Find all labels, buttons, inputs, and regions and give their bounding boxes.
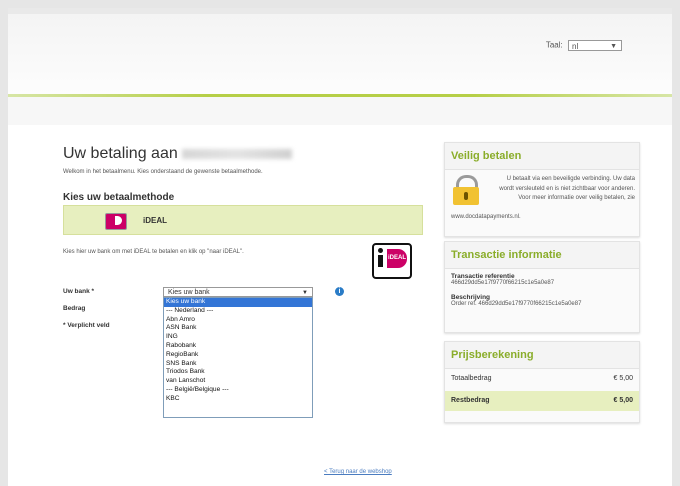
- bank-option[interactable]: RegioBank: [164, 351, 312, 360]
- total-row: Totaalbedrag € 5,00: [445, 369, 639, 389]
- bank-dropdown-list: Kies uw bank --- Nederland --- Abn Amro ASN…: [163, 297, 313, 418]
- bank-option[interactable]: --- Nederland ---: [164, 307, 312, 316]
- amount-label: Bedrag: [63, 305, 86, 312]
- chevron-down-icon: ▼: [610, 43, 617, 50]
- page-title: Uw betaling aan: [63, 145, 292, 163]
- bank-hint-text: Kies hier uw bank om met iDEAL te betale…: [63, 249, 244, 255]
- bank-option[interactable]: Rabobank: [164, 342, 312, 351]
- ideal-logo-i: [378, 255, 383, 267]
- padlock-icon: [453, 175, 479, 205]
- total-value: € 5,00: [613, 375, 633, 382]
- sub-header-band: [8, 97, 672, 125]
- method-label: iDEAL: [143, 216, 167, 225]
- language-selector: Taal: nl ▼: [546, 40, 622, 51]
- secure-payment-card: Veilig betalen U betaalt via een beveili…: [444, 142, 640, 237]
- language-label: Taal:: [545, 40, 563, 50]
- description-value: Order ref. 466d29dd5e17f9770f66215c1e5a0…: [451, 301, 582, 307]
- bank-option[interactable]: Kies uw bank: [164, 298, 312, 307]
- remaining-value: € 5,00: [613, 397, 633, 404]
- bank-option[interactable]: SNS Bank: [164, 360, 312, 369]
- ideal-icon: [105, 213, 127, 230]
- bank-option[interactable]: --- België/Belgique ---: [164, 386, 312, 395]
- bank-select[interactable]: Kies uw bank ▼: [163, 287, 313, 297]
- bank-option[interactable]: Triodos Bank: [164, 368, 312, 377]
- ideal-logo-text: iDEAL: [387, 249, 407, 268]
- bank-select-value: Kies uw bank: [168, 289, 210, 296]
- secure-text: U betaalt via een beveiligde verbinding.…: [499, 176, 635, 201]
- merchant-name-blurred: [181, 148, 292, 159]
- description-label: Beschrijving: [451, 294, 491, 301]
- method-heading: Kies uw betaalmethode: [63, 192, 175, 203]
- bank-label: Uw bank *: [63, 288, 95, 295]
- total-label: Totaalbedrag: [451, 375, 492, 382]
- remaining-row: Restbedrag € 5,00: [445, 391, 639, 411]
- bank-option[interactable]: ASN Bank: [164, 324, 312, 333]
- language-select[interactable]: nl ▼: [568, 40, 622, 51]
- back-to-webshop-link[interactable]: < Terug naar de webshop: [324, 469, 392, 475]
- required-note: * Verplicht veld: [63, 322, 110, 329]
- pricing-title: Prijsberekening: [445, 342, 639, 369]
- payment-page: Taal: nl ▼ Uw betaling aan Welkom in het …: [8, 8, 672, 486]
- transaction-title: Transactie informatie: [445, 242, 639, 269]
- ideal-logo: iDEAL: [372, 243, 412, 279]
- price-calculation-card: Prijsberekening Totaalbedrag € 5,00 Rest…: [444, 341, 640, 423]
- bank-option[interactable]: ING: [164, 333, 312, 342]
- transaction-ref-label: Transactie referentie: [451, 273, 515, 280]
- secure-title: Veilig betalen: [445, 143, 639, 170]
- bank-option[interactable]: Abn Amro: [164, 316, 312, 325]
- secure-link[interactable]: www.docdatapayments.nl.: [451, 214, 521, 220]
- language-value: nl: [572, 42, 579, 51]
- bank-option[interactable]: KBC: [164, 395, 312, 404]
- welcome-text: Welkom in het betaalmenu. Kies onderstaa…: [63, 169, 263, 175]
- bank-option[interactable]: van Lanschot: [164, 377, 312, 386]
- transaction-info-card: Transactie informatie Transactie referen…: [444, 241, 640, 333]
- remaining-label: Restbedrag: [451, 397, 490, 404]
- ideal-logo-dot: [378, 248, 383, 253]
- info-icon[interactable]: i: [335, 287, 344, 296]
- header: Taal: nl ▼: [8, 14, 672, 94]
- ideal-method-row[interactable]: iDEAL: [63, 205, 423, 235]
